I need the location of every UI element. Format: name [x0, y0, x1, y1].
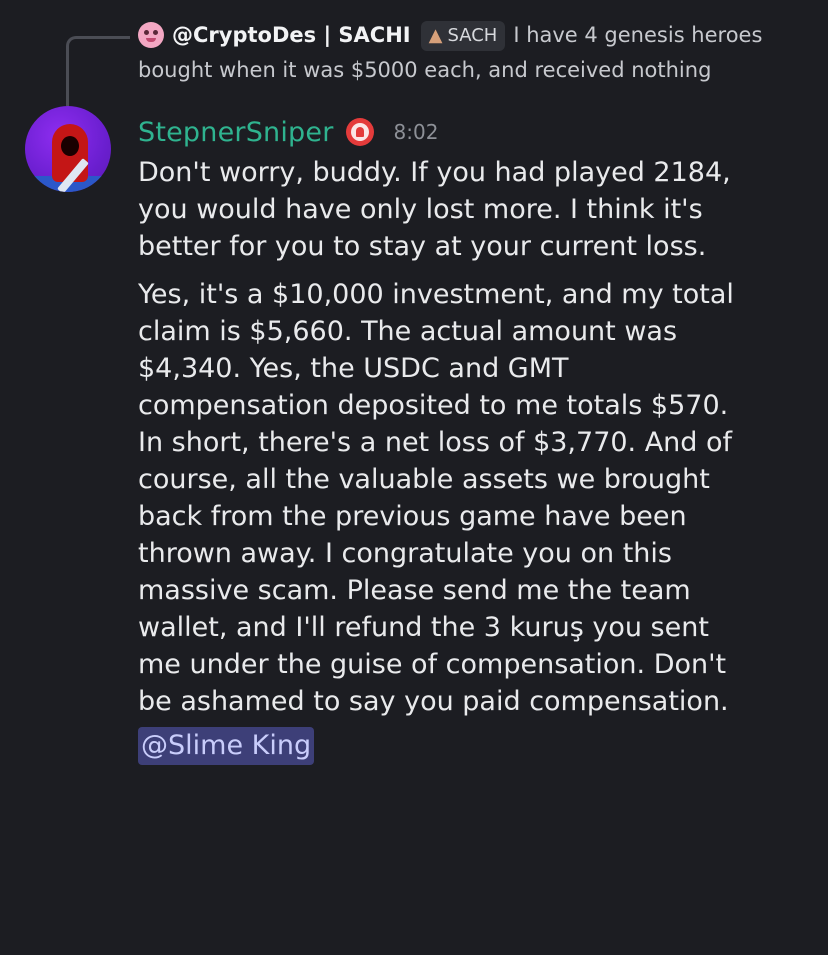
message-line: $4,340. Yes, the USDC and GMT	[138, 353, 569, 384]
message-line: compensation deposited to me totals $570…	[138, 390, 729, 421]
message-line: better for you to stay at your current l…	[138, 231, 707, 262]
message-line: back from the previous game have been	[138, 501, 687, 532]
message-line: be ashamed to say you paid compensation.	[138, 686, 729, 717]
reply-author[interactable]: @CryptoDes | SACHI	[172, 23, 411, 47]
message-line: In short, there's a net loss of $3,770. …	[138, 427, 733, 458]
message-line: Yes, it's a $10,000 investment, and my t…	[138, 279, 734, 310]
avatar-face	[61, 136, 79, 156]
message-header: StepnerSniper 8:02	[138, 112, 438, 152]
message-line: you would have only lost more. I think i…	[138, 194, 703, 225]
reply-text-line2: bought when it was $5000 each, and recei…	[138, 58, 712, 82]
message-line: me under the guise of compensation. Don'…	[138, 649, 727, 680]
message-timestamp[interactable]: 8:02	[394, 120, 439, 144]
message-line: course, all the valuable assets we broug…	[138, 464, 710, 495]
reply-connector	[66, 36, 130, 106]
message-line: Don't worry, buddy. If you had played 21…	[138, 157, 731, 188]
reply-preview[interactable]: @CryptoDes | SACHI ▲ SACH I have 4 genesis …	[138, 18, 818, 88]
message-paragraph-2: Yes, it's a $10,000 investment, and my t…	[138, 276, 798, 720]
server-tag-label: SACH	[447, 25, 498, 46]
message-line: claim is $5,660. The actual amount was	[138, 316, 678, 347]
message-body: Don't worry, buddy. If you had played 21…	[138, 154, 798, 765]
message-author[interactable]: StepnerSniper	[138, 117, 334, 148]
user-avatar[interactable]	[25, 106, 111, 192]
message-line: thrown away. I congratulate you on this	[138, 538, 672, 569]
user-mention[interactable]: @Slime King	[138, 727, 315, 765]
reply-text-line1: I have 4 genesis heroes	[513, 23, 763, 47]
server-tag[interactable]: ▲ SACH	[420, 21, 506, 51]
message-paragraph-1: Don't worry, buddy. If you had played 21…	[138, 154, 798, 265]
message-line: massive scam. Please send me the team	[138, 575, 691, 606]
message-line: wallet, and I'll refund the 3 kuruş you …	[138, 612, 709, 643]
reply-avatar-icon[interactable]	[138, 22, 164, 48]
mushroom-icon: ▲	[428, 25, 443, 46]
role-badge-icon[interactable]	[345, 118, 374, 146]
